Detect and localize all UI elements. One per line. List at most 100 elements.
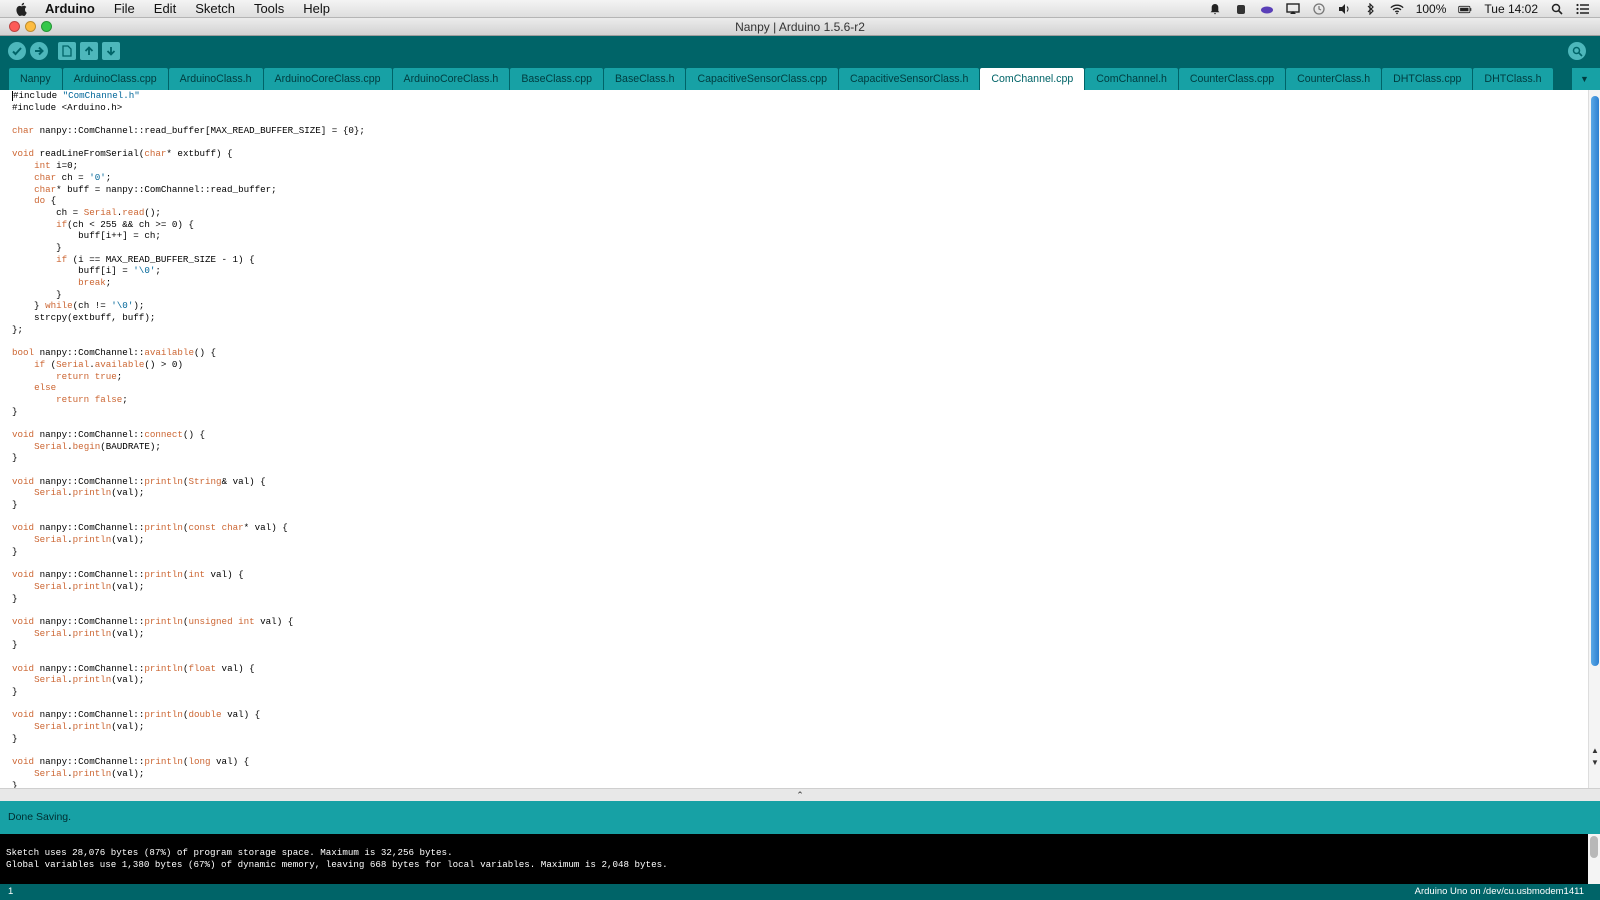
arrow-up-icon <box>84 46 94 55</box>
notification-bell-icon[interactable] <box>1208 2 1222 16</box>
serial-monitor-button[interactable] <box>1568 42 1586 60</box>
menu-app-arduino[interactable]: Arduino <box>45 1 95 16</box>
arrow-right-icon <box>35 46 44 56</box>
file-tab[interactable]: ArduinoCoreClass.h <box>392 68 510 90</box>
menu-file[interactable]: File <box>114 1 135 16</box>
clock[interactable]: Tue 14:02 <box>1484 2 1538 16</box>
editor-vertical-scrollbar[interactable]: ▲ ▼ <box>1588 90 1600 788</box>
file-tab[interactable]: ArduinoCoreClass.cpp <box>263 68 392 90</box>
upload-button[interactable] <box>30 42 48 60</box>
code-line: Serial.println(val); <box>34 674 145 686</box>
minimize-window-button[interactable] <box>25 21 36 32</box>
code-editor[interactable]: #include "ComChannel.h" #include <Arduino… <box>0 90 1600 791</box>
file-tab[interactable]: CapacitiveSensorClass.h <box>839 68 980 90</box>
code-line: Serial.println(val); <box>34 580 145 592</box>
toolbar <box>0 36 1600 66</box>
code-line: buff[i++] = ch; <box>12 230 161 242</box>
code-line: } <box>12 686 18 698</box>
file-tab[interactable]: ComChannel.cpp <box>980 68 1085 90</box>
file-tab[interactable]: CapacitiveSensorClass.cpp <box>686 68 839 90</box>
wifi-icon[interactable] <box>1390 2 1404 16</box>
close-window-button[interactable] <box>9 21 20 32</box>
file-tab[interactable]: CounterClass.cpp <box>1178 68 1286 90</box>
code-line: } <box>12 405 18 417</box>
scrollbar-thumb[interactable] <box>1590 836 1598 858</box>
save-sketch-button[interactable] <box>102 42 120 60</box>
code-line: Serial.println(val); <box>34 487 145 499</box>
output-console: Sketch uses 28,076 bytes (87%) of progra… <box>0 834 1600 884</box>
code-line: buff[i] = '\0'; <box>12 265 161 277</box>
file-tab[interactable]: ArduinoClass.h <box>168 68 263 90</box>
file-tab[interactable]: BaseClass.h <box>603 68 686 90</box>
code-line: int i=0; <box>34 160 79 172</box>
menu-edit[interactable]: Edit <box>154 1 176 16</box>
code-line: char ch = '0'; <box>34 171 112 183</box>
file-tab[interactable]: Nanpy <box>9 68 62 90</box>
tab-menu-button[interactable]: ▼ <box>1572 68 1600 90</box>
apple-icon[interactable] <box>15 2 33 16</box>
mac-menu-bar: Arduino File Edit Sketch Tools Help 100%… <box>0 0 1600 18</box>
checkmark-icon <box>12 47 22 56</box>
evernote-icon[interactable] <box>1234 2 1248 16</box>
code-line: void nanpy::ComChannel::println(double v… <box>12 709 261 721</box>
time-machine-icon[interactable] <box>1312 2 1326 16</box>
scroll-up-arrow-icon[interactable]: ▲ <box>1589 746 1600 758</box>
notification-center-icon[interactable] <box>1576 2 1590 16</box>
airplay-icon[interactable] <box>1285 2 1300 16</box>
open-sketch-button[interactable] <box>80 42 98 60</box>
code-line: Serial.println(val); <box>34 721 145 733</box>
code-line: } <box>12 732 18 744</box>
code-text[interactable]: #include "ComChannel.h" #include <Arduino… <box>12 90 365 791</box>
code-line: ch = Serial.read(); <box>12 206 161 218</box>
battery-icon[interactable] <box>1458 2 1472 16</box>
window-title-bar: Nanpy | Arduino 1.5.6-r2 <box>0 18 1600 36</box>
code-line: return true; <box>56 370 123 382</box>
text-caret <box>12 90 13 101</box>
console-scrollbar[interactable] <box>1588 834 1600 884</box>
window-title: Nanpy | Arduino 1.5.6-r2 <box>735 20 865 34</box>
magnifier-icon <box>1572 46 1583 57</box>
code-line: } <box>12 639 18 651</box>
code-line: strcpy(extbuff, buff); <box>12 312 156 324</box>
scroll-down-arrow-icon[interactable]: ▼ <box>1589 758 1600 770</box>
zoom-window-button[interactable] <box>41 21 52 32</box>
code-line: } <box>12 499 18 511</box>
volume-icon[interactable] <box>1338 2 1352 16</box>
console-splitter[interactable]: ⌃ <box>0 788 1600 801</box>
menu-tools[interactable]: Tools <box>254 1 284 16</box>
code-line: if(ch < 255 && ch >= 0) { <box>56 218 194 230</box>
file-tab[interactable]: DHTClass.h <box>1473 68 1553 90</box>
code-line: void nanpy::ComChannel::println(float va… <box>12 662 255 674</box>
code-line: void readLineFromSerial(char* extbuff) { <box>12 148 233 160</box>
cloud-app-icon[interactable] <box>1260 2 1274 16</box>
scrollbar-thumb[interactable] <box>1591 96 1599 666</box>
file-tab[interactable]: ComChannel.h <box>1085 68 1178 90</box>
code-line: return false; <box>56 393 128 405</box>
code-line: char nanpy::ComChannel::read_buffer[MAX_… <box>12 125 365 137</box>
menu-help[interactable]: Help <box>303 1 330 16</box>
file-tab[interactable]: CounterClass.h <box>1286 68 1382 90</box>
code-line: } <box>12 452 18 464</box>
file-tab[interactable]: DHTClass.cpp <box>1382 68 1473 90</box>
code-line: if (i == MAX_READ_BUFFER_SIZE - 1) { <box>56 253 255 265</box>
code-line: Serial.println(val); <box>34 627 145 639</box>
file-tab[interactable]: BaseClass.cpp <box>510 68 603 90</box>
file-tab-bar: Nanpy ArduinoClass.cpp ArduinoClass.h Ardui… <box>0 66 1600 90</box>
code-line: do { <box>34 195 57 207</box>
new-sketch-button[interactable] <box>58 42 76 60</box>
bluetooth-icon[interactable] <box>1364 2 1378 16</box>
menu-sketch[interactable]: Sketch <box>195 1 235 16</box>
code-line: void nanpy::ComChannel::connect() { <box>12 428 206 440</box>
code-line: } <box>12 288 62 300</box>
spotlight-search-icon[interactable] <box>1550 2 1564 16</box>
code-line: break; <box>78 277 112 288</box>
verify-button[interactable] <box>8 42 26 60</box>
file-tab[interactable]: ArduinoClass.cpp <box>62 68 168 90</box>
